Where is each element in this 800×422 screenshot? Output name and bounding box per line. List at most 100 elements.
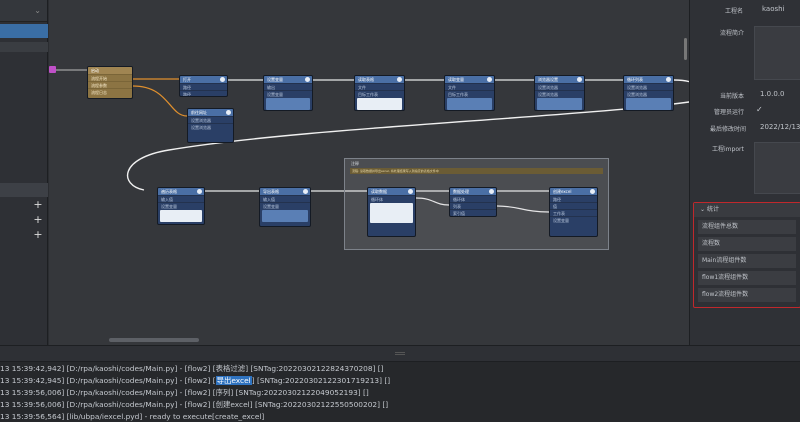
node-preview — [266, 98, 310, 110]
node-row: 设置浏览器 — [624, 83, 673, 90]
admin-run-checkbox[interactable]: ✓ — [756, 106, 764, 114]
node-title: 导出表格 — [260, 188, 310, 195]
flow-node[interactable]: 创建excel 路径 值 工作表 设置变量 — [549, 187, 598, 237]
chevron-down-icon[interactable]: ⌄ — [34, 6, 41, 15]
splitter-grip-icon[interactable] — [395, 352, 405, 355]
statistics-header[interactable]: ⌄ 统计 — [694, 203, 800, 217]
flow-node[interactable]: 导出表格 输入值 设置变量 — [259, 187, 311, 227]
import-textarea[interactable] — [754, 142, 800, 194]
panel-splitter[interactable] — [0, 345, 800, 362]
add-flow-button[interactable]: + — [33, 229, 43, 240]
node-title: 前往网址 — [188, 109, 233, 116]
component-panel: ⌄ + + + — [0, 0, 48, 345]
flow-node[interactable]: 前往网址 设置浏览器 设置浏览器 — [187, 108, 234, 143]
flow-canvas[interactable]: 启动 流程开始 流程参数 流程日志 打开 路径 路径 设置变量 输出 设置变量 … — [49, 0, 689, 345]
log-line: 13 15:39:42,942] [D:/rpa/kaoshi/codes/Ma… — [0, 364, 384, 373]
node-preview — [357, 98, 402, 110]
node-preview — [160, 210, 202, 222]
node-title: 读取数据 — [368, 188, 415, 195]
node-status-icon — [305, 77, 310, 82]
flow-node[interactable]: 数据处理 循环体 列表 索引值 — [449, 187, 497, 217]
node-title: 设置变量 — [264, 76, 312, 83]
add-flow-button[interactable]: + — [33, 214, 43, 225]
log-line: 13 15:39:42,945] [D:/rpa/kaoshi/codes/Ma… — [0, 376, 391, 385]
node-status-icon — [397, 77, 402, 82]
node-status-icon — [577, 77, 582, 82]
node-row: 输入值 — [260, 195, 310, 202]
log-line: 13 15:39:56,006] [D:/rpa/kaoshi/codes/Ma… — [0, 400, 389, 409]
node-row: 值 — [550, 202, 597, 209]
flow-node[interactable]: 浏览器设置 设置浏览器 设置浏览器 — [534, 75, 585, 111]
node-preview — [262, 210, 308, 222]
add-flow-button[interactable]: + — [33, 199, 43, 210]
flow-node[interactable]: 读取数据 循环体 — [367, 187, 416, 237]
node-row: 设置浏览器 — [535, 83, 584, 90]
last-modified-label: 最后修改时间 — [710, 126, 747, 133]
node-status-icon — [666, 77, 671, 82]
node-title: 遍历表格 — [158, 188, 204, 195]
node-row: 设置浏览器 — [624, 90, 673, 97]
node-row: 路径 — [180, 83, 227, 90]
node-row: 设置变量 — [550, 216, 597, 223]
flow-intro-label: 流程简介 — [720, 30, 745, 37]
chevron-down-icon: ⌄ — [700, 206, 706, 213]
tree-item[interactable] — [0, 42, 48, 52]
project-name-label: 工程名 — [725, 8, 744, 15]
node-title: 读取变量 — [445, 76, 494, 83]
flow-node[interactable]: 打开 路径 路径 — [179, 75, 228, 97]
flow-node[interactable]: 设置变量 输出 设置变量 — [263, 75, 313, 111]
last-modified-value: 2022/12/13 — [760, 123, 800, 131]
node-status-icon — [303, 189, 308, 194]
node-row: 目标工作表 — [445, 90, 494, 97]
selected-tree-item[interactable] — [0, 24, 48, 38]
node-row: 输入值 — [158, 195, 204, 202]
node-title: 数据处理 — [450, 188, 496, 195]
project-name-value[interactable]: kaoshi — [762, 5, 785, 13]
stat-row: flow2流程组件数 — [698, 288, 796, 302]
node-row: 文件 — [355, 83, 404, 90]
node-status-icon — [489, 189, 494, 194]
node-row: 循环体 — [368, 195, 415, 202]
statistics-section: ⌄ 统计 流程组件总数 流程数 Main流程组件数 flow1流程组件数 flo… — [693, 202, 800, 308]
flow-node-start[interactable]: 启动 流程开始 流程参数 流程日志 — [87, 66, 133, 99]
admin-run-label: 管理员运行 — [714, 109, 745, 116]
node-row: 路径 — [550, 195, 597, 202]
node-title: 读取表格 — [355, 76, 404, 83]
node-row: 索引值 — [450, 209, 496, 216]
node-status-icon — [590, 189, 595, 194]
node-row: 设置变量 — [158, 202, 204, 209]
node-preview — [626, 98, 671, 110]
node-title: 浏览器设置 — [535, 76, 584, 83]
node-preview — [447, 98, 492, 110]
log-highlight: 导出excel — [215, 376, 252, 385]
stat-row: flow1流程组件数 — [698, 271, 796, 285]
node-status-icon — [408, 189, 413, 194]
node-status-icon — [487, 77, 492, 82]
version-value[interactable]: 1.0.0.0 — [760, 90, 785, 98]
flow-list-header[interactable] — [0, 183, 48, 197]
node-row: 循环体 — [450, 195, 496, 202]
flow-intro-textarea[interactable] — [754, 26, 800, 80]
panel-header[interactable]: ⌄ — [0, 0, 47, 22]
flow-node[interactable]: 循环列表 设置浏览器 设置浏览器 — [623, 75, 674, 111]
log-line: 13 15:39:56,564] [lib/ubpa/iexcel.pyd] -… — [0, 412, 265, 421]
flow-node[interactable]: 读取变量 文件 目标工作表 — [444, 75, 495, 111]
node-row: 路径 — [180, 90, 227, 96]
canvas-vertical-scrollbar[interactable] — [684, 38, 687, 60]
flow-start-port[interactable] — [49, 66, 56, 73]
node-preview — [537, 98, 582, 110]
node-title: 创建excel — [550, 188, 597, 195]
flow-node[interactable]: 遍历表格 输入值 设置变量 — [157, 187, 205, 225]
node-row: 目标工作表 — [355, 90, 404, 97]
stat-row: 流程数 — [698, 237, 796, 251]
node-title: 启动 — [88, 67, 132, 74]
node-title: 打开 — [180, 76, 227, 83]
node-row: 设置浏览器 — [535, 90, 584, 97]
node-row: 设置浏览器 — [188, 116, 233, 123]
node-row: 流程参数 — [88, 81, 132, 88]
flow-node[interactable]: 读取表格 文件 目标工作表 — [354, 75, 405, 111]
node-row: 设置变量 — [264, 90, 312, 97]
group-title: 注释 — [351, 161, 359, 166]
log-line: 13 15:39:56,006] [D:/rpa/kaoshi/codes/Ma… — [0, 388, 369, 397]
canvas-horizontal-scrollbar[interactable] — [109, 338, 199, 342]
